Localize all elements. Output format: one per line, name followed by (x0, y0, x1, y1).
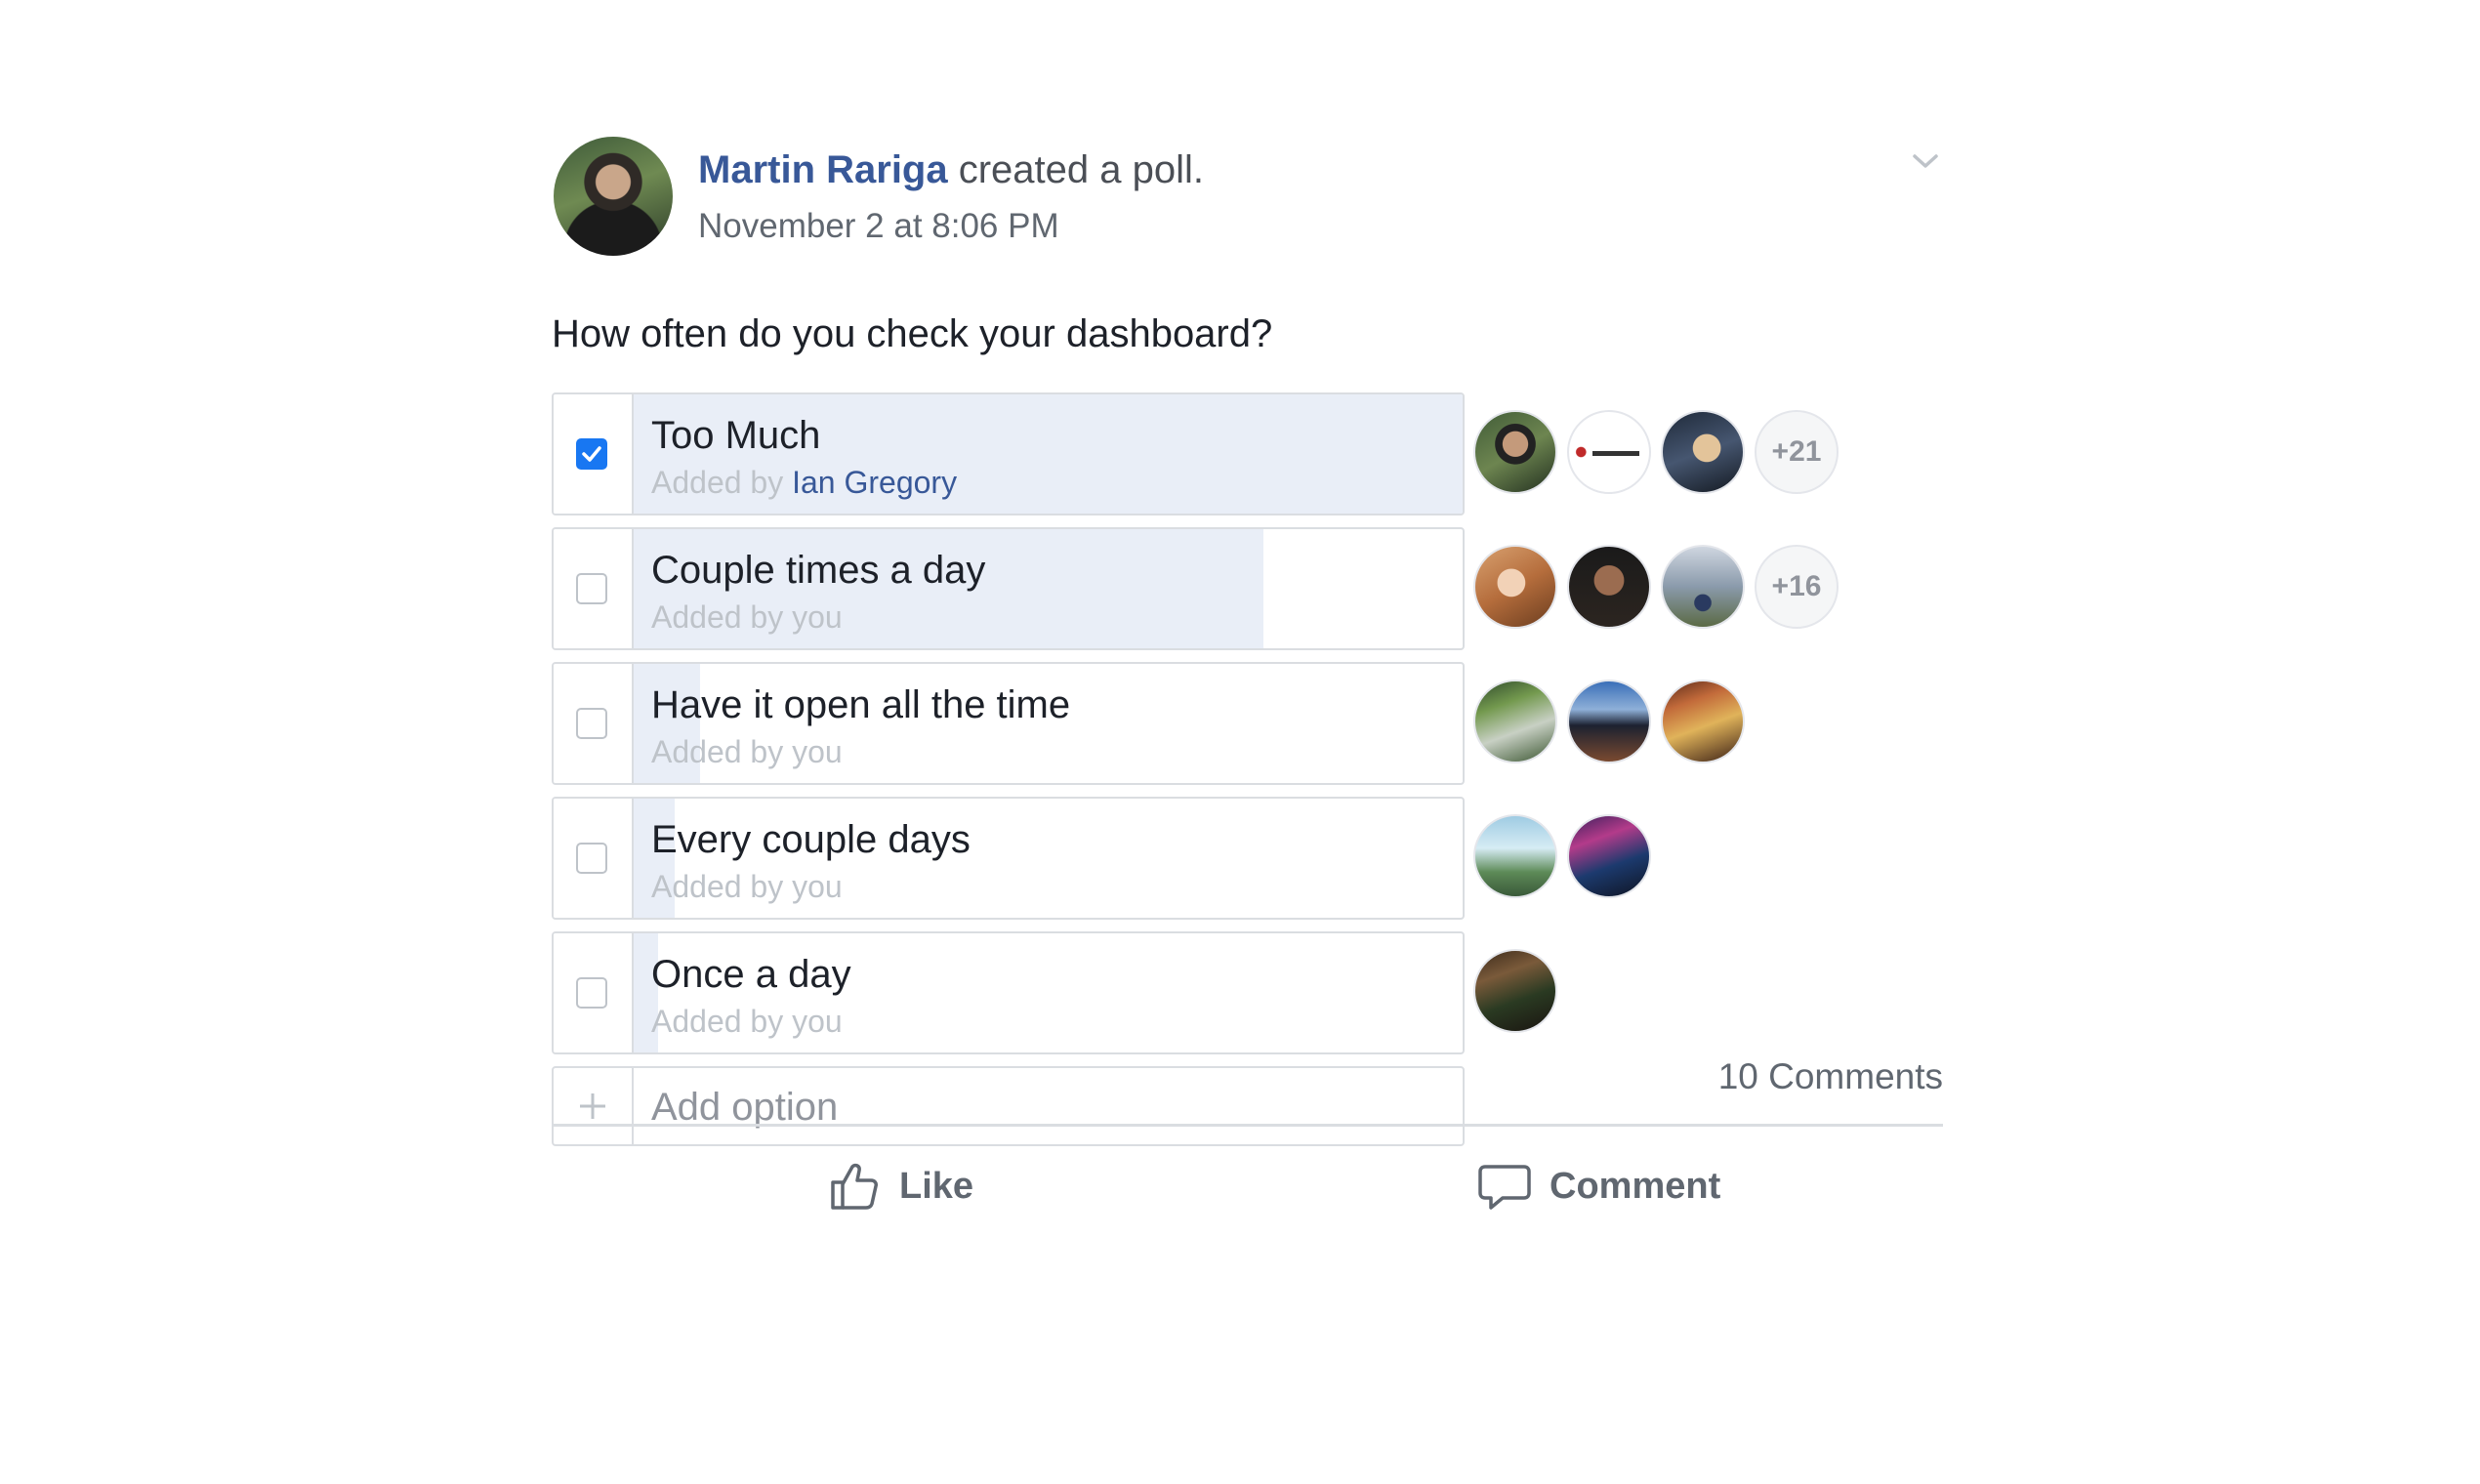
byline-action-text: created a poll. (958, 148, 1205, 191)
voter-avatar[interactable] (1473, 680, 1557, 763)
added-by-prefix: Added by (651, 734, 784, 769)
more-voters-badge[interactable]: +21 (1755, 410, 1839, 494)
option-checkbox[interactable] (576, 438, 607, 470)
like-label: Like (899, 1165, 974, 1207)
voter-avatar[interactable] (1473, 410, 1557, 494)
option-checkbox-cell[interactable] (554, 664, 634, 783)
added-by-prefix: Added by (651, 599, 784, 635)
option-checkbox[interactable] (576, 843, 607, 874)
option-label: Too Much (651, 414, 821, 457)
comments-count-link[interactable]: 10 Comments (1718, 1056, 1943, 1097)
comment-label: Comment (1550, 1165, 1721, 1207)
added-by-prefix: Added by (651, 465, 784, 500)
option-added-by: Added by Ian Gregory (651, 465, 957, 501)
poll-question: How often do you check your dashboard? (552, 312, 1273, 355)
post-actions: Like Comment (552, 1133, 1943, 1240)
added-by-user: you (792, 599, 843, 635)
thumbs-up-icon (831, 1163, 878, 1210)
option-added-by: Added by you (651, 599, 843, 636)
option-label: Have it open all the time (651, 683, 1071, 726)
voter-avatar[interactable] (1473, 545, 1557, 629)
plus-icon (580, 1093, 605, 1119)
option-checkbox[interactable] (576, 573, 607, 604)
comment-bubble-icon (1478, 1165, 1531, 1210)
post-header: Martin Rariga created a poll. November 2… (552, 127, 1943, 264)
added-by-user: you (792, 734, 843, 769)
option-label: Once a day (651, 953, 851, 996)
added-by-user: you (792, 1004, 843, 1039)
byline: Martin Rariga created a poll. (698, 148, 1204, 192)
voter-avatar[interactable] (1567, 814, 1651, 898)
voter-avatar[interactable] (1473, 814, 1557, 898)
voter-avatar[interactable] (1567, 410, 1651, 494)
like-button[interactable]: Like (827, 1152, 973, 1220)
author-avatar[interactable] (554, 137, 673, 256)
option-label: Every couple days (651, 818, 971, 861)
post-timestamp[interactable]: November 2 at 8:06 PM (698, 207, 1059, 246)
option-checkbox[interactable] (576, 708, 607, 739)
voter-avatar[interactable] (1567, 545, 1651, 629)
option-checkbox[interactable] (576, 977, 607, 1009)
added-by-prefix: Added by (651, 1004, 784, 1039)
more-voters-badge[interactable]: +16 (1755, 545, 1839, 629)
option-checkbox-cell[interactable] (554, 799, 634, 918)
chevron-down-icon[interactable] (1909, 144, 1942, 178)
option-checkbox-cell[interactable] (554, 529, 634, 648)
option-added-by: Added by you (651, 869, 843, 905)
option-label: Couple times a day (651, 549, 986, 592)
added-by-user: you (792, 869, 843, 904)
divider (552, 1124, 1943, 1127)
added-by-prefix: Added by (651, 869, 784, 904)
voter-avatar[interactable] (1661, 680, 1745, 763)
voter-avatar[interactable] (1661, 410, 1745, 494)
checkmark-icon (582, 446, 601, 462)
voter-avatar[interactable] (1567, 680, 1651, 763)
comment-button[interactable]: Comment (1477, 1152, 1720, 1220)
option-checkbox-cell[interactable] (554, 933, 634, 1052)
poll-post: Martin Rariga created a poll. November 2… (552, 127, 1943, 1210)
voter-avatar[interactable] (1661, 545, 1745, 629)
option-added-by: Added by you (651, 1004, 843, 1040)
added-by-user-link[interactable]: Ian Gregory (792, 465, 957, 500)
option-added-by: Added by you (651, 734, 843, 770)
option-checkbox-cell[interactable] (554, 394, 634, 514)
voter-avatar[interactable] (1473, 949, 1557, 1033)
author-name-link[interactable]: Martin Rariga (698, 148, 948, 191)
